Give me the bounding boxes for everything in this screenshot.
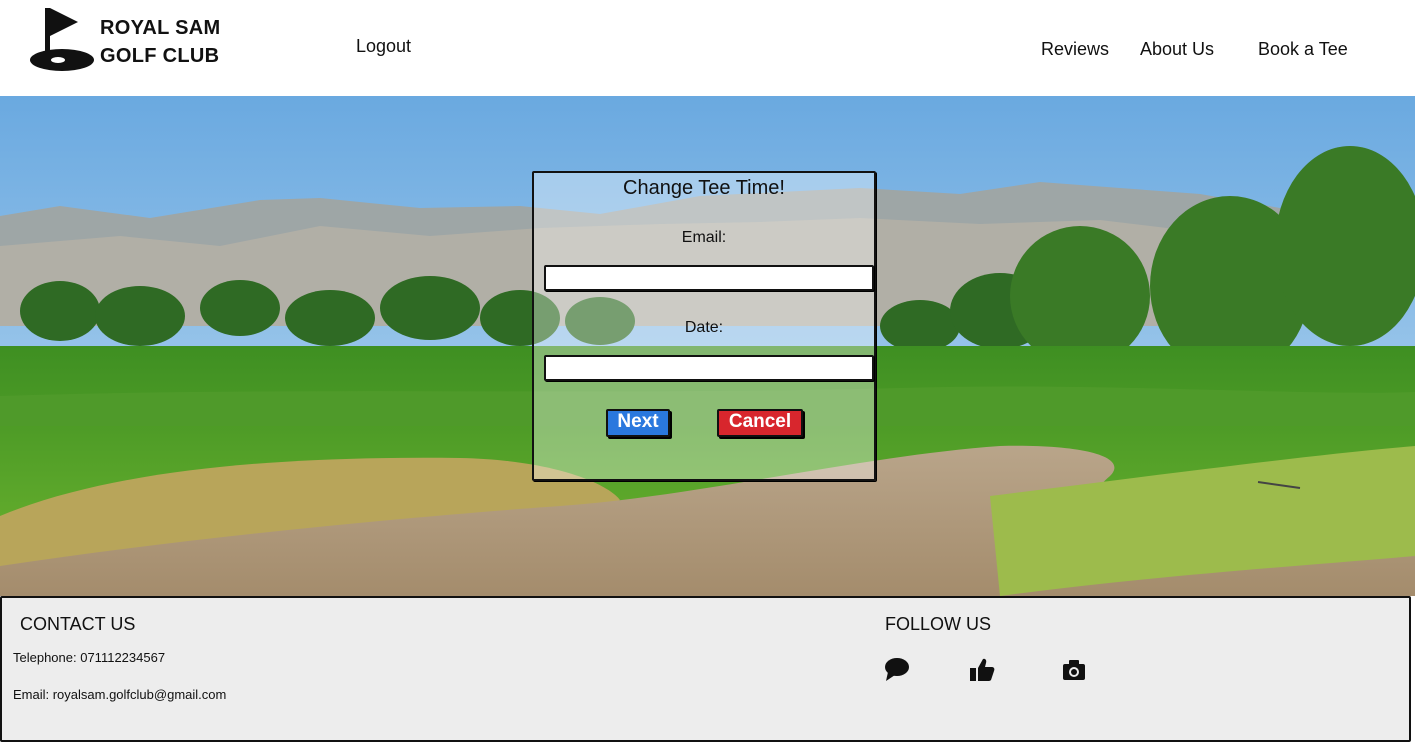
next-button[interactable]: Next xyxy=(606,409,670,437)
follow-heading: FOLLOW US xyxy=(885,614,992,634)
logout-link[interactable]: Logout xyxy=(356,36,411,57)
contact-heading: CONTACT US xyxy=(20,614,136,634)
camera-icon[interactable] xyxy=(1060,656,1088,684)
chat-bubble-icon[interactable] xyxy=(883,656,911,684)
date-field[interactable] xyxy=(544,355,874,381)
nav-about-us[interactable]: About Us xyxy=(1140,39,1214,60)
site-footer: CONTACT US Telephone: 071112234567 Email… xyxy=(0,596,1411,742)
cancel-button[interactable]: Cancel xyxy=(717,409,803,437)
nav-reviews[interactable]: Reviews xyxy=(1041,39,1109,60)
thumbs-up-icon[interactable] xyxy=(968,656,996,684)
nav-book-a-tee[interactable]: Book a Tee xyxy=(1258,39,1348,60)
golf-flag-logo-icon[interactable] xyxy=(28,6,96,72)
contact-email: Email: royalsam.golfclub@gmail.com xyxy=(13,687,227,702)
change-tee-time-dialog: Change Tee Time! Email: Date: Next Cance… xyxy=(532,171,876,481)
email-label: Email: xyxy=(681,229,727,246)
dialog-title: Change Tee Time! xyxy=(623,177,785,199)
site-header: ROYAL SAM GOLF CLUB Logout Reviews About… xyxy=(0,0,1415,96)
contact-telephone: Telephone: 071112234567 xyxy=(13,650,166,665)
email-field[interactable] xyxy=(544,265,874,291)
brand-line-1: ROYAL SAM xyxy=(100,17,221,39)
brand-line-2: GOLF CLUB xyxy=(100,45,220,67)
brand-name[interactable]: ROYAL SAM GOLF CLUB xyxy=(100,14,221,70)
date-label: Date: xyxy=(684,319,724,336)
